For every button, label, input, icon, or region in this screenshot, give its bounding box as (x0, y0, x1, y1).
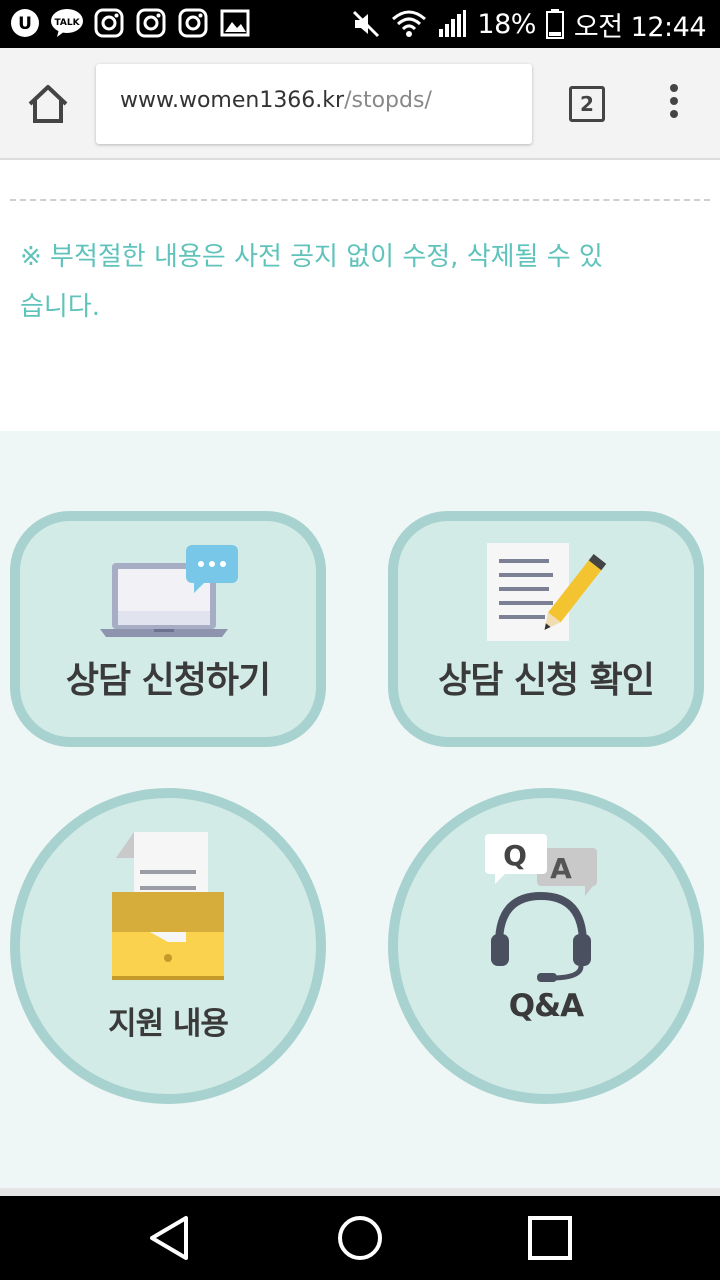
navigation-bar (0, 1196, 720, 1280)
apply-counseling-button[interactable]: 상담 신청하기 (10, 511, 326, 747)
browser-toolbar: www.women1366.kr/stopds/ 2 (0, 48, 720, 160)
more-vert-icon-dot (670, 84, 678, 92)
signal-icon (439, 10, 467, 37)
wifi-icon (392, 10, 427, 37)
notice-text: ※ 부적절한 내용은 사전 공지 없이 수정, 삭제될 수 있습니다. (20, 242, 603, 322)
document-tray-icon (112, 832, 224, 980)
laptop-chat-icon (100, 545, 238, 637)
instagram-icon (92, 6, 126, 40)
qa-button[interactable]: A Q Q&A (388, 788, 704, 1104)
overflow-menu-button[interactable] (664, 84, 684, 124)
support-info-button[interactable]: 지원 내용 (10, 788, 326, 1104)
home-nav-button[interactable] (336, 1214, 384, 1262)
support-info-label: 지원 내용 (108, 1006, 229, 1042)
status-bar: U TALK 18% 오전 12:44 (0, 0, 720, 48)
apply-counseling-label: 상담 신청하기 (65, 660, 271, 701)
gallery-icon (218, 6, 252, 40)
back-triangle-icon (150, 1216, 188, 1260)
notification-icons: U TALK (8, 6, 252, 40)
document-pencil-icon (487, 543, 607, 641)
kakaotalk-icon: TALK (50, 6, 84, 40)
svg-text:Q: Q (503, 839, 527, 872)
url-path: /stopds/ (344, 88, 432, 113)
mute-icon (353, 10, 380, 38)
home-button[interactable] (24, 82, 72, 126)
back-button[interactable] (146, 1214, 194, 1262)
tab-switcher-button[interactable]: 2 (569, 86, 605, 122)
svg-text:U: U (18, 14, 32, 34)
home-circle-icon (338, 1216, 382, 1260)
svg-text:TALK: TALK (54, 18, 80, 28)
url-host: www.women1366.kr (120, 88, 345, 113)
more-vert-icon-dot (670, 110, 678, 118)
menu-area: 상담 신청하기 상담 신청 확인 지원 내용 A Q Q&A (0, 431, 720, 1188)
system-status: 18% 오전 12:44 (351, 0, 707, 48)
home-icon (28, 85, 68, 123)
instagram-icon (134, 6, 168, 40)
qa-label: Q&A (508, 988, 584, 1024)
svg-text:A: A (550, 852, 572, 885)
url-text: www.women1366.kr/stopds/ (120, 88, 432, 113)
clock: 오전 12:44 (573, 11, 707, 43)
more-vert-icon-dot (670, 97, 678, 105)
check-counseling-label: 상담 신청 확인 (438, 660, 655, 701)
check-counseling-button[interactable]: 상담 신청 확인 (388, 511, 704, 747)
battery-icon (545, 9, 564, 39)
headset-qa-icon: A Q (485, 834, 597, 982)
u-plus-icon: U (8, 6, 42, 40)
page-bottom-edge (0, 1188, 720, 1196)
divider (10, 199, 710, 201)
battery-percent: 18% (477, 8, 536, 40)
instagram-icon (176, 6, 210, 40)
recents-button[interactable] (526, 1214, 574, 1262)
recents-square-icon (528, 1216, 572, 1260)
address-bar[interactable]: www.women1366.kr/stopds/ (96, 64, 532, 144)
